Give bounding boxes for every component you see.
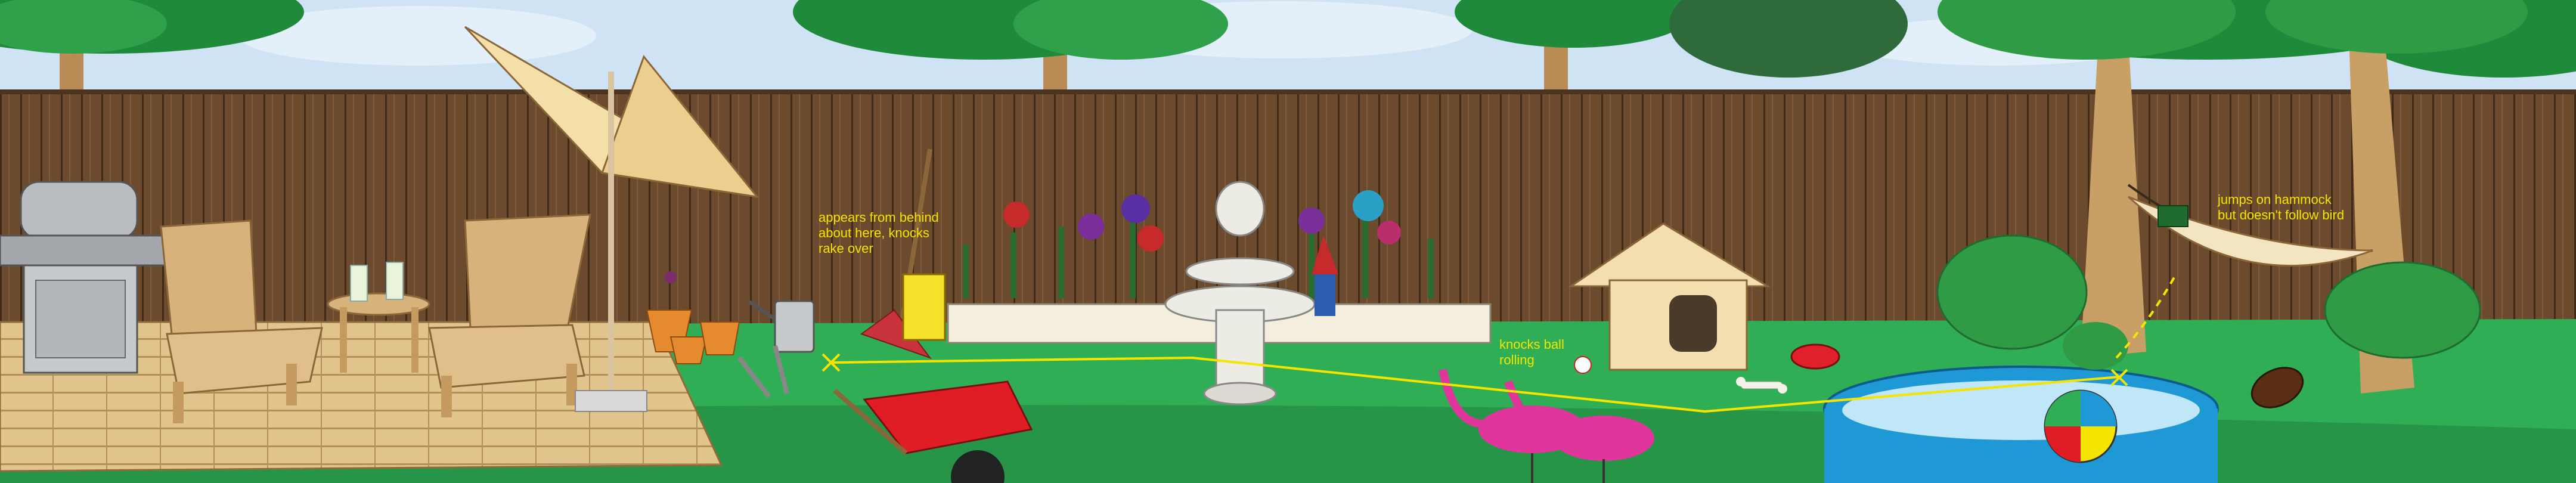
annotation-ball: knocks ball rolling bbox=[1499, 337, 1564, 367]
annotation-rake: appears from behind about here, knocks r… bbox=[819, 210, 939, 256]
shrub bbox=[2324, 261, 2481, 359]
annotation-hammock: jumps on hammock but doesn't follow bird bbox=[2218, 192, 2345, 222]
beach-ball bbox=[2044, 389, 2118, 463]
seed-sign bbox=[902, 273, 946, 341]
backyard-scene bbox=[0, 0, 2576, 483]
dog-bowl bbox=[1790, 343, 1840, 370]
shrub bbox=[1936, 234, 2088, 350]
